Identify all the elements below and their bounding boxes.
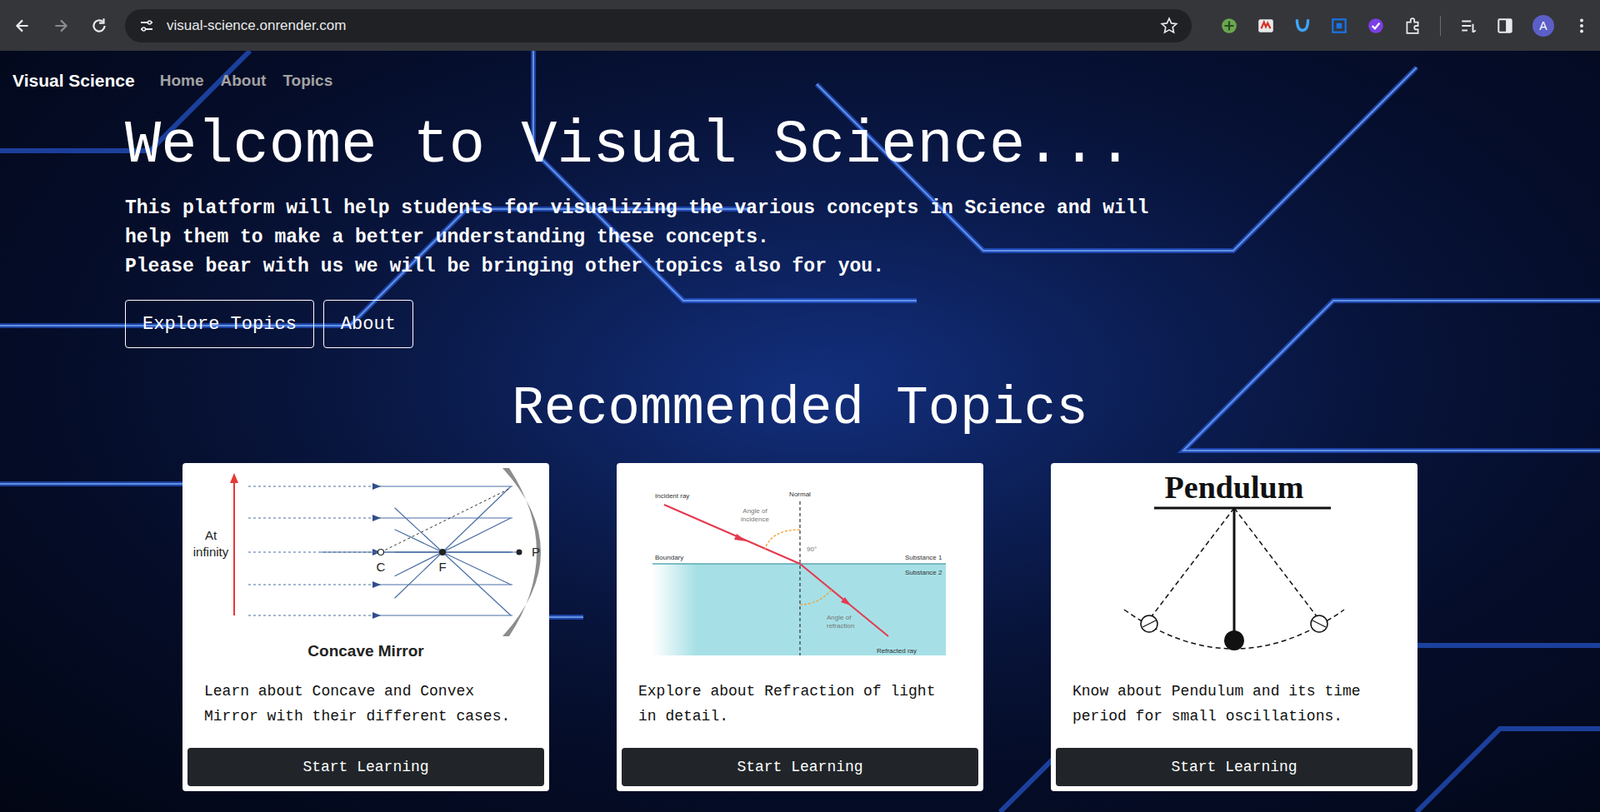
- hero-buttons: Explore TopicsAbout: [125, 300, 1600, 349]
- svg-text:C: C: [376, 560, 386, 575]
- hero-button[interactable]: About: [323, 300, 414, 349]
- navigation-buttons: [13, 16, 109, 35]
- topic-cards: At infinity C F P Concave Mirror Learn about …: [0, 463, 1600, 792]
- start-learning-button[interactable]: Start Learning: [621, 748, 979, 787]
- page-content: Visual Science Home About Topics Welcome t…: [0, 50, 1600, 792]
- section-title: Recommended Topics: [0, 378, 1600, 440]
- hero-title: Welcome to Visual Science...: [125, 110, 1600, 181]
- svg-text:F: F: [438, 560, 446, 575]
- svg-text:Pendulum: Pendulum: [1165, 470, 1305, 505]
- toolbar-separator: [1440, 15, 1441, 36]
- hero-line: help them to make a better understanding…: [125, 223, 1600, 253]
- browser-toolbar: visual-science.onrender.com A: [0, 0, 1600, 51]
- menu-kebab-icon[interactable]: [1572, 16, 1591, 35]
- back-arrow-icon[interactable]: [13, 16, 32, 35]
- svg-text:Normal: Normal: [789, 490, 811, 499]
- nav-links: Home About Topics: [160, 71, 334, 90]
- topic-card: Pendulum Know about Pendulum and its tim…: [1050, 463, 1418, 792]
- navbar: Visual Science Home About Topics: [0, 50, 1600, 111]
- card-description: Explore about Refraction of light in det…: [621, 669, 979, 749]
- blue-extension-icon[interactable]: [1293, 16, 1312, 35]
- topic-card: Incident rayNormalAngle ofincidence90°Bo…: [616, 463, 984, 792]
- svg-text:refraction: refraction: [826, 622, 855, 630]
- address-bar[interactable]: visual-science.onrender.com: [125, 9, 1192, 43]
- side-panel-icon[interactable]: [1495, 16, 1515, 35]
- svg-text:Refracted ray: Refracted ray: [876, 647, 917, 655]
- hero-button[interactable]: Explore Topics: [125, 300, 315, 349]
- svg-text:At: At: [205, 528, 218, 543]
- green-extension-icon[interactable]: [1220, 16, 1239, 35]
- card-figure: Pendulum: [1055, 463, 1413, 670]
- svg-text:Incident ray: Incident ray: [655, 492, 690, 500]
- puzzle-icon[interactable]: [1403, 16, 1422, 35]
- svg-text:incidence: incidence: [740, 515, 770, 524]
- hero-line: Please bear with us we will be bringing …: [125, 252, 1600, 282]
- svg-text:Angle of: Angle of: [742, 507, 768, 515]
- svg-text:Substance 2: Substance 2: [905, 569, 943, 577]
- svg-text:Substance 1: Substance 1: [905, 554, 943, 562]
- brand-logo[interactable]: Visual Science: [12, 70, 135, 91]
- reload-icon[interactable]: [90, 16, 109, 35]
- forward-arrow-icon[interactable]: [51, 16, 70, 35]
- url-text[interactable]: visual-science.onrender.com: [166, 17, 346, 35]
- refraction-diagram-icon: Incident rayNormalAngle ofincidence90°Bo…: [621, 463, 979, 670]
- red-extension-icon[interactable]: [1256, 16, 1275, 35]
- bookmark-star-icon[interactable]: [1160, 16, 1179, 35]
- svg-text:P: P: [531, 545, 540, 560]
- browser-window: visual-science.onrender.com A Visual Sci…: [0, 0, 1600, 812]
- capture-extension-icon[interactable]: [1330, 16, 1349, 35]
- web-page: Visual Science Home About Topics Welcome t…: [0, 50, 1600, 812]
- profile-avatar[interactable]: A: [1532, 15, 1555, 37]
- hero-line: This platform will help students for vis…: [125, 194, 1600, 224]
- pendulum-diagram-icon: Pendulum: [1055, 463, 1413, 670]
- card-figure: At infinity C F P Concave Mirror: [187, 463, 545, 670]
- purple-extension-icon[interactable]: [1366, 16, 1385, 35]
- card-description: Know about Pendulum and its time period …: [1055, 669, 1413, 749]
- svg-text:90°: 90°: [806, 545, 817, 554]
- nav-link[interactable]: Home: [160, 71, 205, 90]
- concave-mirror-diagram-icon: At infinity C F P Concave Mirror: [187, 463, 545, 670]
- svg-text:Boundary: Boundary: [655, 554, 684, 562]
- topic-card: At infinity C F P Concave Mirror Learn about …: [182, 463, 550, 792]
- nav-link[interactable]: Topics: [282, 71, 333, 90]
- start-learning-button[interactable]: Start Learning: [1055, 748, 1413, 787]
- card-description: Learn about Concave and Convex Mirror wi…: [187, 669, 545, 749]
- svg-text:infinity: infinity: [193, 545, 230, 560]
- site-info-icon[interactable]: [138, 17, 155, 35]
- hero-description: This platform will help students for vis…: [125, 194, 1600, 282]
- start-learning-button[interactable]: Start Learning: [187, 748, 545, 787]
- hero-section: Welcome to Visual Science... This platfo…: [0, 110, 1600, 349]
- extensions-bar: A: [1220, 15, 1591, 37]
- svg-text:Concave Mirror: Concave Mirror: [307, 642, 425, 660]
- card-figure: Incident rayNormalAngle ofincidence90°Bo…: [621, 463, 979, 670]
- reading-list-icon[interactable]: [1459, 16, 1478, 35]
- svg-text:Angle of: Angle of: [826, 614, 852, 622]
- nav-link[interactable]: About: [220, 71, 267, 90]
